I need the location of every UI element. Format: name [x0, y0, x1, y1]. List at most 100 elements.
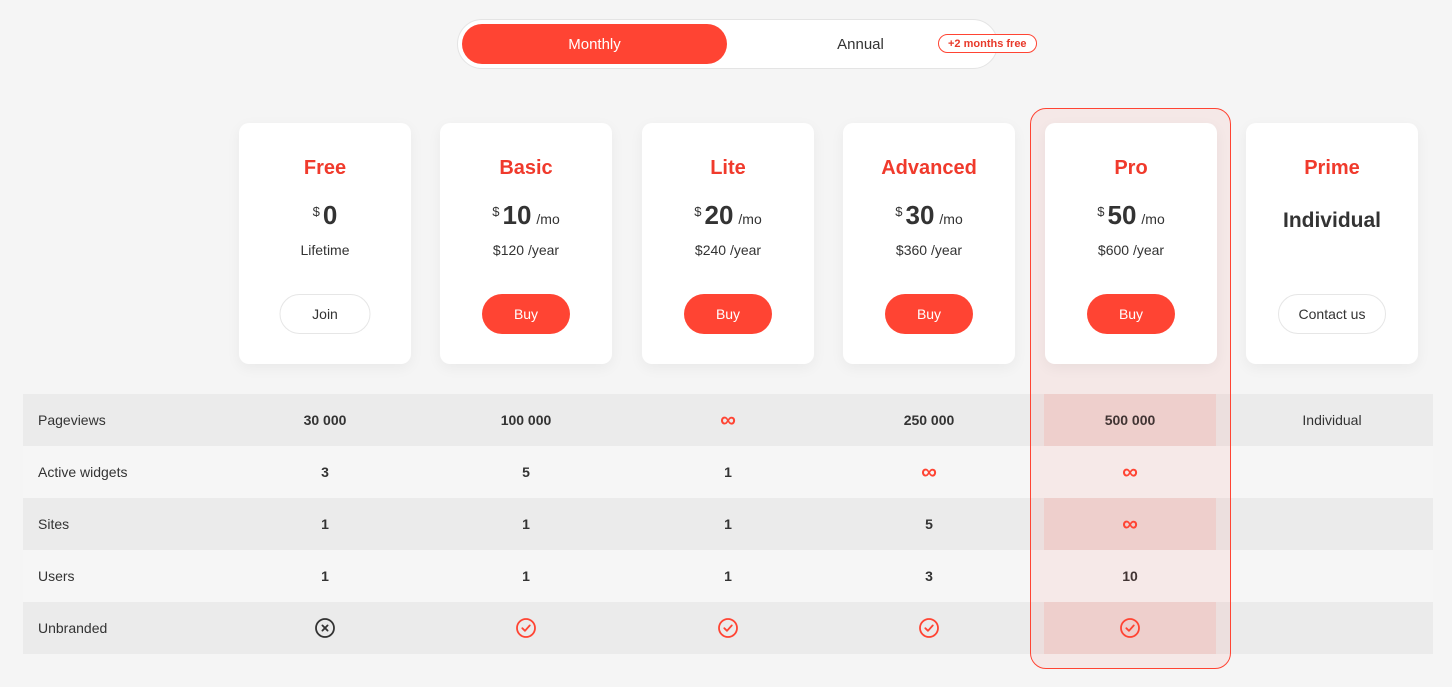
feature-cell-free: 1: [239, 498, 411, 550]
check-circle-icon: [1120, 618, 1140, 638]
feature-cell-free: 30 000: [239, 394, 411, 446]
feature-cell-advanced: ∞: [843, 446, 1015, 498]
feature-cell-lite: ∞: [642, 394, 814, 446]
plan-price: $ 20 /mo: [642, 201, 814, 229]
price-currency: $: [492, 204, 500, 219]
plan-name: Pro: [1114, 157, 1148, 179]
feature-cell-advanced: 3: [843, 550, 1015, 602]
feature-cell-advanced: [843, 602, 1015, 654]
price-amount: 50: [1107, 200, 1137, 230]
price-yearly: $600 /year: [1097, 242, 1165, 258]
feature-cell-basic: 100 000: [440, 394, 612, 446]
feature-value: 1: [724, 516, 732, 532]
contact-us-button[interactable]: Contact us: [1278, 294, 1386, 334]
feature-row-pageviews: Pageviews 30 000 100 000 ∞ 250 000 500 000 Ind…: [23, 394, 1433, 446]
feature-label: Pageviews: [38, 412, 106, 428]
feature-cell-advanced: 250 000: [843, 394, 1015, 446]
pricing-page: Monthly Annual +2 months free Free $ 0 L…: [0, 0, 1452, 687]
feature-cell-pro: [1044, 602, 1216, 654]
feature-value: 5: [925, 516, 933, 532]
infinity-icon: ∞: [1122, 459, 1138, 484]
feature-cell-lite: 1: [642, 498, 814, 550]
plan-price: $ 10 /mo: [440, 201, 612, 229]
price-period: /mo: [939, 211, 963, 227]
feature-cell-pro: 10: [1044, 550, 1216, 602]
infinity-icon: ∞: [1122, 511, 1138, 536]
price-currency: $: [895, 204, 903, 219]
feature-cell-pro: 500 000: [1044, 394, 1216, 446]
feature-cell-lite: 1: [642, 550, 814, 602]
price-currency: $: [1097, 204, 1105, 219]
feature-value: 500 000: [1104, 412, 1156, 428]
feature-cell-lite: 1: [642, 446, 814, 498]
plan-price: $ 0: [239, 201, 411, 229]
feature-value: 5: [522, 464, 530, 480]
feature-row-users: Users 1 1 1 3 10: [23, 550, 1433, 602]
feature-cell-advanced: 5: [843, 498, 1015, 550]
feature-cell-basic: 1: [440, 550, 612, 602]
feature-value: 10: [1122, 568, 1138, 584]
billing-period-toggle: Monthly Annual: [457, 19, 998, 69]
plan-card-advanced: Advanced $ 30 /mo $360 /year Buy: [843, 123, 1015, 364]
price-amount: 0: [322, 200, 338, 230]
feature-cell-lite: [642, 602, 814, 654]
feature-cell-pro: ∞: [1044, 446, 1216, 498]
feature-cell-basic: 1: [440, 498, 612, 550]
join-button[interactable]: Join: [279, 294, 371, 334]
feature-row-unbranded: Unbranded: [23, 602, 1433, 654]
promo-badge: +2 months free: [938, 34, 1037, 53]
plan-price: $ 30 /mo: [843, 201, 1015, 229]
feature-value: 1: [321, 568, 329, 584]
feature-value: 1: [522, 516, 530, 532]
feature-cell-basic: [440, 602, 612, 654]
price-currency: $: [312, 204, 320, 219]
cross-circle-icon: [315, 618, 335, 638]
buy-pro-button[interactable]: Buy: [1087, 294, 1175, 334]
feature-cell-prime: Individual: [1246, 394, 1418, 446]
price-yearly: $240 /year: [694, 242, 762, 258]
plan-card-lite: Lite $ 20 /mo $240 /year Buy: [642, 123, 814, 364]
price-yearly: $360 /year: [895, 242, 963, 258]
plan-price: $ 50 /mo: [1045, 201, 1217, 229]
feature-cell-free: 3: [239, 446, 411, 498]
buy-basic-button[interactable]: Buy: [482, 294, 570, 334]
plan-name: Advanced: [881, 157, 977, 179]
price-yearly: $120 /year: [492, 242, 560, 258]
price-period: /mo: [1141, 211, 1165, 227]
feature-value: 1: [724, 464, 732, 480]
feature-cell-prime: [1246, 498, 1418, 550]
price-subtext: Lifetime: [300, 242, 350, 258]
feature-label: Active widgets: [38, 464, 128, 480]
feature-row-active-widgets: Active widgets 3 5 1 ∞ ∞: [23, 446, 1433, 498]
plan-name: Lite: [710, 157, 746, 179]
feature-label: Sites: [38, 516, 70, 532]
feature-value: 100 000: [500, 412, 552, 428]
feature-cell-prime: [1246, 550, 1418, 602]
feature-cell-prime: [1246, 602, 1418, 654]
feature-value: 3: [925, 568, 933, 584]
feature-value: 30 000: [303, 412, 347, 428]
feature-cell-prime: [1246, 446, 1418, 498]
feature-cell-free: 1: [239, 550, 411, 602]
check-circle-icon: [919, 618, 939, 638]
feature-value: 1: [321, 516, 329, 532]
check-circle-icon: [718, 618, 738, 638]
feature-value: 1: [724, 568, 732, 584]
feature-label: Users: [38, 568, 75, 584]
buy-lite-button[interactable]: Buy: [684, 294, 772, 334]
price-period: /mo: [536, 211, 560, 227]
toggle-monthly[interactable]: Monthly: [462, 24, 727, 64]
feature-value: 3: [321, 464, 329, 480]
feature-cell-free: [239, 602, 411, 654]
plan-name: Free: [303, 157, 347, 179]
price-period: /mo: [738, 211, 762, 227]
price-amount: 30: [905, 200, 935, 230]
plan-card-pro: Pro $ 50 /mo $600 /year Buy: [1045, 123, 1217, 364]
plan-card-free: Free $ 0 Lifetime Join: [239, 123, 411, 364]
plan-price-individual: Individual: [1282, 209, 1381, 232]
check-circle-icon: [516, 618, 536, 638]
plan-card-prime: Prime Individual Contact us: [1246, 123, 1418, 364]
buy-advanced-button[interactable]: Buy: [885, 294, 973, 334]
price-amount: 20: [704, 200, 734, 230]
price-amount: 10: [502, 200, 532, 230]
